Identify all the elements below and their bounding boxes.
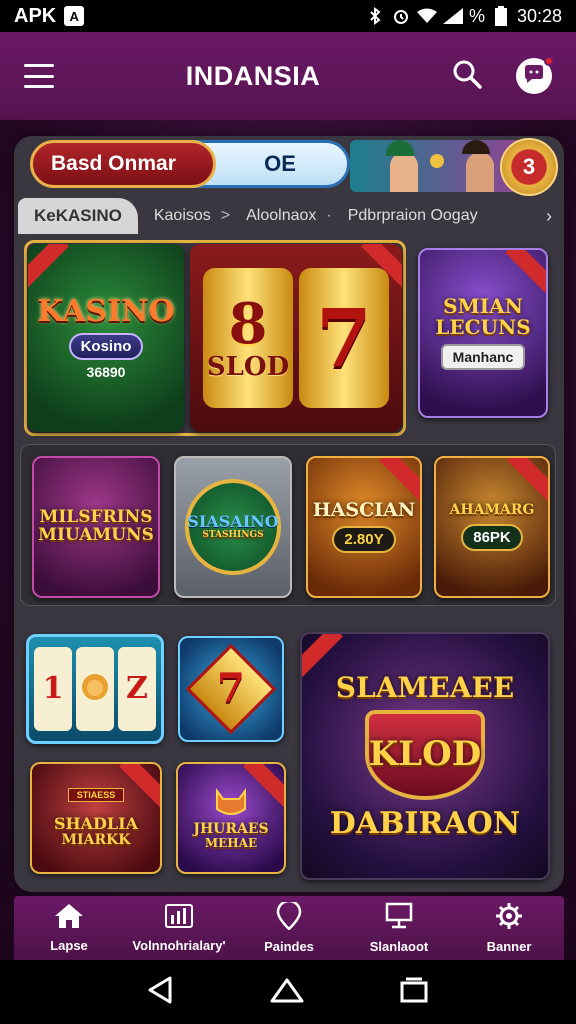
nav-item-home[interactable]: Lapse <box>14 903 124 953</box>
game-tag: Manhanc <box>440 344 526 370</box>
breadcrumb-item[interactable]: Aloolnaox <box>246 207 316 225</box>
monitor-icon <box>384 902 414 935</box>
alarm-icon <box>391 7 411 25</box>
breadcrumb-item[interactable]: Pdbrpraion Oogay <box>348 207 478 225</box>
breadcrumb-item[interactable]: Kaoisos <box>154 207 211 225</box>
game-tile-slod[interactable]: 8 SLOD 7 <box>190 244 402 432</box>
hot-ribbon <box>379 458 420 503</box>
game-logo: SLOD <box>206 351 290 382</box>
nav-item-chart[interactable]: Volnnohrialary' <box>124 903 234 953</box>
chart-icon <box>164 903 194 934</box>
game-tile-kasino[interactable]: KASINO Kosino 36890 <box>28 244 184 432</box>
game-logo: SMIAN <box>443 294 523 318</box>
recents-icon[interactable] <box>398 976 430 1009</box>
game-logo-sub: MEHAE <box>204 835 258 850</box>
game-tile-milsfrins[interactable]: MILSFRINS MIUAMUNS <box>32 456 160 598</box>
nav-item-location[interactable]: Paindes <box>234 899 344 954</box>
game-tile-smian[interactable]: SMIAN LECUNS Manhanc <box>418 248 548 418</box>
game-logo-sub: MIARKK <box>61 832 131 849</box>
status-left-label: APK <box>14 4 57 27</box>
nav-label: Banner <box>486 939 532 954</box>
hot-ribbon <box>28 244 69 289</box>
bottom-nav: Lapse Volnnohrialary' Paindes Slanlaoot … <box>14 896 564 960</box>
gear-icon <box>495 902 523 935</box>
wifi-icon <box>416 7 437 25</box>
game-jackpot: 36890 <box>86 364 126 381</box>
coin-badge[interactable]: 3 <box>500 138 558 196</box>
hot-ribbon <box>507 458 548 503</box>
system-nav-bar <box>0 960 576 1024</box>
game-tile-cat[interactable]: JHURAES MEHAE <box>176 762 286 874</box>
game-tile-hascian[interactable]: HASCIAN 2.80Y <box>306 456 422 598</box>
nav-item-monitor[interactable]: Slanlaoot <box>344 902 454 954</box>
game-tag: 86PK <box>461 523 523 551</box>
chat-icon <box>523 64 545 89</box>
game-tile-seven[interactable]: 7 <box>178 636 284 742</box>
game-logo-center: KLOD <box>368 734 482 775</box>
search-icon[interactable] <box>452 59 482 94</box>
game-logo-sub: MIUAMUNS <box>38 525 154 545</box>
cat-icon <box>211 787 251 822</box>
game-banner: STIAESS <box>67 788 125 803</box>
slot-seven: 7 <box>316 291 372 385</box>
slot-seven: 7 <box>217 665 245 712</box>
reel-symbol: 1 <box>42 671 64 707</box>
location-icon <box>276 899 302 935</box>
status-time: 30:28 <box>516 5 562 26</box>
game-logo: SLAMEAEE <box>335 670 515 704</box>
game-logo-sub: DABIRAON <box>329 805 521 841</box>
game-logo: AHAMARG <box>449 502 535 519</box>
breadcrumb-separator: · <box>326 207 332 224</box>
promo-banner[interactable]: Basd Onmar OE 3 <box>30 138 560 196</box>
game-logo-sub: STASHINGS <box>202 529 264 540</box>
lion-icon <box>80 672 110 707</box>
app-title: INDANSIA <box>185 60 321 91</box>
signal-icon <box>442 7 463 25</box>
menu-icon[interactable] <box>24 64 54 88</box>
bluetooth-icon <box>365 7 385 25</box>
banner-left-pill[interactable]: Basd Onmar <box>30 140 216 188</box>
game-tag: Kosino <box>68 333 144 361</box>
nav-item-settings[interactable]: Banner <box>454 902 564 954</box>
game-tile-featured[interactable]: SLAMEAEE KLOD DABIRAON <box>300 632 550 880</box>
game-tile-reels[interactable]: 1 Z <box>26 634 164 744</box>
back-icon[interactable] <box>146 975 176 1010</box>
app-badge-icon: A <box>64 6 85 26</box>
battery-icon <box>491 6 511 26</box>
game-logo-sub: LECUNS <box>435 315 531 339</box>
game-tile-lion[interactable]: AHAMARG 86PK <box>434 456 550 598</box>
nav-label: Volnnohrialary' <box>132 938 226 953</box>
game-logo: HASCIAN <box>312 498 416 521</box>
notification-dot <box>543 56 554 66</box>
game-tag: 2.80Y <box>332 526 396 554</box>
nav-label: Lapse <box>50 938 88 953</box>
hot-ribbon <box>119 764 160 809</box>
game-logo: SHADLIA <box>53 814 139 834</box>
app-bar: INDANSIA <box>0 32 576 120</box>
hot-ribbon <box>505 250 546 295</box>
breadcrumb-tab-kasino[interactable]: KeKASINO <box>18 198 138 234</box>
game-logo: KASINO <box>37 293 175 329</box>
breadcrumb-separator: > <box>220 207 231 224</box>
reel-symbol: Z <box>126 671 148 707</box>
game-logo: JHURAES <box>193 820 269 837</box>
slot-digit: 8 <box>228 290 268 357</box>
home-icon <box>54 903 84 934</box>
nav-label: Slanlaoot <box>369 939 429 954</box>
breadcrumb: KeKASINO Kaoisos > Aloolnaox · Pdbrpraio… <box>18 198 558 234</box>
status-bar: APK A % 30:28 <box>0 0 576 32</box>
chat-button[interactable] <box>515 56 554 94</box>
nav-label: Paindes <box>264 939 314 954</box>
game-logo: SIASAINO <box>187 511 279 531</box>
chevron-right-icon[interactable]: › <box>546 206 552 227</box>
battery-percent: % <box>468 5 485 26</box>
home-nav-icon[interactable] <box>269 976 305 1009</box>
game-tile-shadlia[interactable]: STIAESS SHADLIA MIARKK <box>30 762 162 874</box>
game-tile-sasaino[interactable]: SIASAINO STASHINGS <box>174 456 292 598</box>
main-panel: Basd Onmar OE 3 KeKASINO Kaoisos > Alool… <box>14 136 564 892</box>
